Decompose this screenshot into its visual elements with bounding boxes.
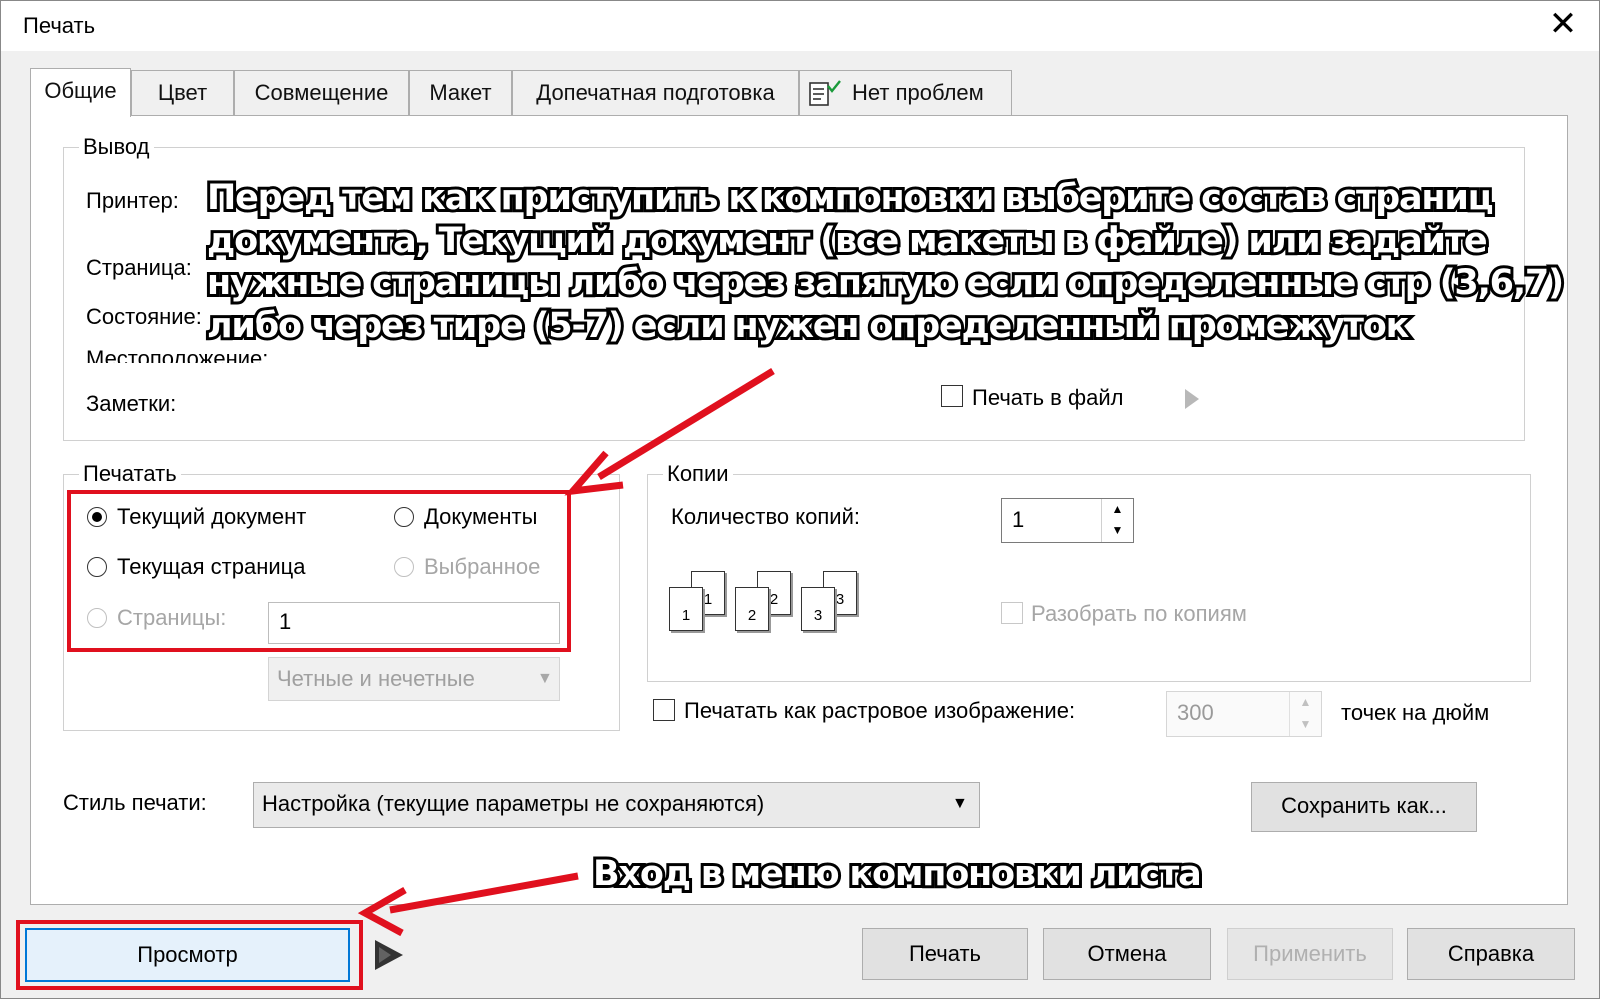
annotation-line: Перед тем как приступить к компоновки вы…: [204, 175, 1497, 221]
arrow-to-print-range: [597, 368, 775, 480]
print-dialog: Печать ✕ Общие Цвет Совмещение Макет Доп…: [0, 0, 1600, 999]
annotation-line: документа, Текущий документ (все макеты …: [204, 218, 1491, 264]
annotation-line: нужные страницы либо через запятую если …: [204, 260, 1567, 306]
tab-general[interactable]: Общие: [30, 68, 131, 117]
annotation-line: либо через тире (5-7) если нужен определ…: [204, 303, 1412, 349]
annotation-instructions: Перед тем как приступить к компоновки вы…: [204, 175, 1567, 349]
annotation-preview-hint: Вход в меню компоновки листа: [590, 851, 1205, 897]
arrowhead-print-range: [564, 450, 624, 496]
annotation-arrows: [357, 368, 775, 937]
arrow-to-preview: [389, 872, 579, 914]
